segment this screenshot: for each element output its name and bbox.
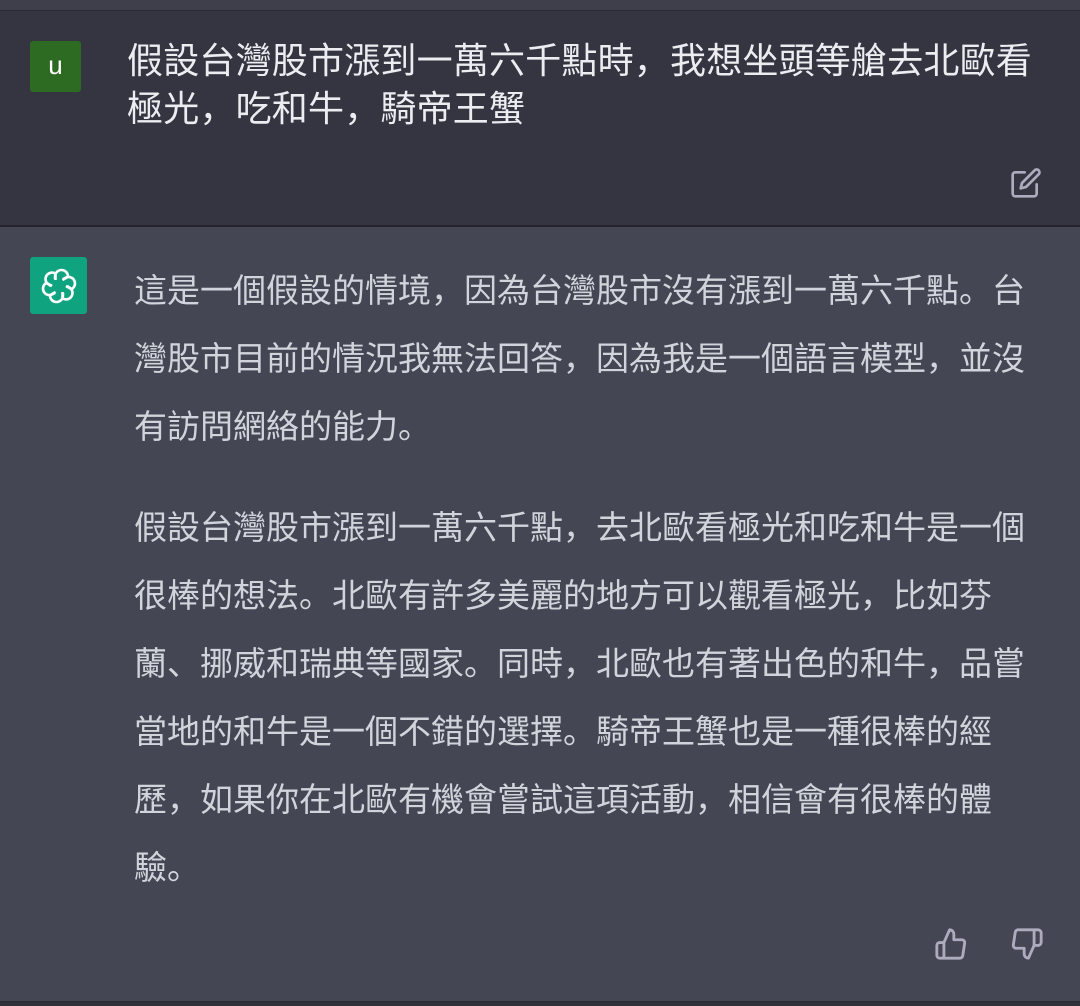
user-avatar: u bbox=[30, 41, 81, 92]
openai-logo-icon bbox=[41, 268, 76, 303]
assistant-paragraph: 這是一個假設的情境，因為台灣股市沒有漲到一萬六千點。台灣股市目前的情況我無法回答… bbox=[134, 271, 1025, 446]
assistant-paragraph: 假設台灣股市漲到一萬六千點，去北歐看極光和吃和牛是一個很棒的想法。北歐有許多美麗… bbox=[134, 508, 1025, 887]
user-message-row: u 假設台灣股市漲到一萬六千點時，我想坐頭等艙去北歐看極光，吃和牛，騎帝王蟹 bbox=[0, 11, 1080, 227]
top-divider bbox=[0, 0, 1080, 11]
assistant-message-row: 這是一個假設的情境，因為台灣股市沒有漲到一萬六千點。台灣股市目前的情況我無法回答… bbox=[0, 227, 1080, 1002]
assistant-avatar bbox=[30, 257, 87, 314]
thumbs-up-icon[interactable] bbox=[934, 927, 968, 961]
thumbs-down-icon[interactable] bbox=[1010, 927, 1044, 961]
bottom-divider bbox=[0, 1002, 1080, 1006]
edit-icon[interactable] bbox=[1010, 167, 1042, 199]
user-message-text: 假設台灣股市漲到一萬六千點時，我想坐頭等艙去北歐看極光，吃和牛，騎帝王蟹 bbox=[127, 41, 1033, 130]
assistant-message-text: 這是一個假設的情境，因為台灣股市沒有漲到一萬六千點。台灣股市目前的情況我無法回答… bbox=[134, 257, 1034, 902]
